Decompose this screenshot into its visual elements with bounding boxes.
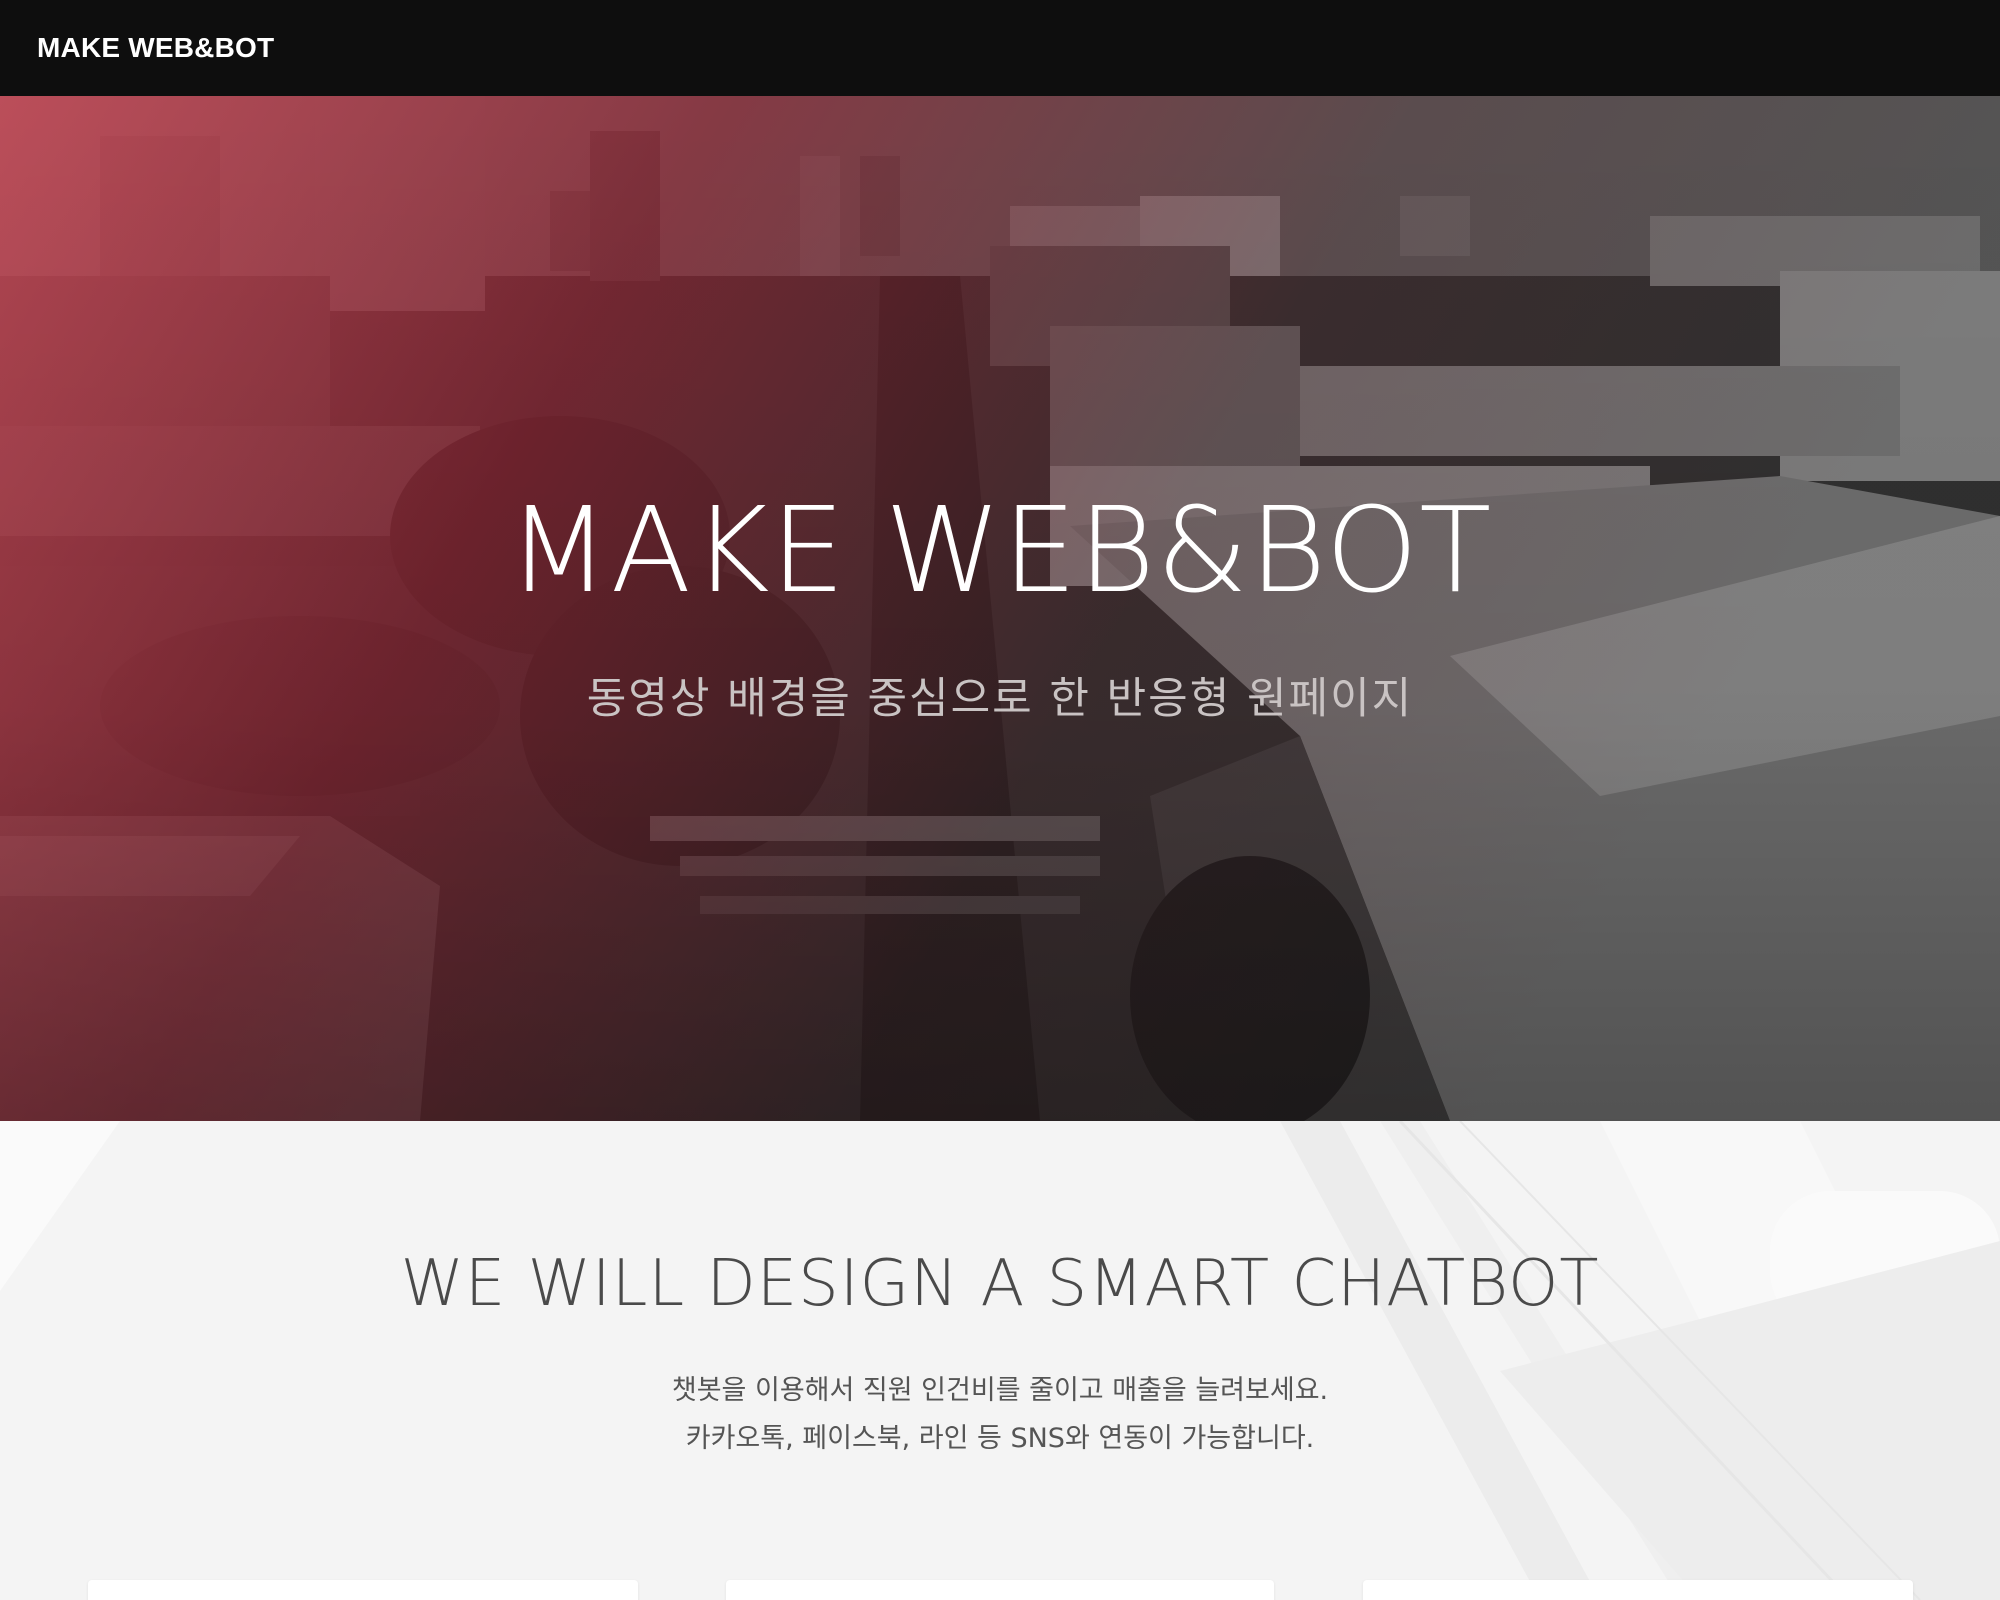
section-title: WE WILL DESIGN A SMART CHATBOT (400, 1247, 1600, 1321)
hero-section: MAKE WEB&BOT 동영상 배경을 중심으로 한 반응형 원페이지 (0, 96, 2000, 1121)
hero-title: MAKE WEB&BOT (507, 481, 1493, 619)
top-navbar: MAKE WEB&BOT (0, 0, 2000, 96)
section-description: 챗봇을 이용해서 직원 인건비를 줄이고 매출을 늘려보세요. 카카오톡, 페이… (0, 1367, 2000, 1463)
feature-card (726, 1580, 1274, 1600)
feature-card (88, 1580, 638, 1600)
brand-link[interactable]: MAKE WEB&BOT (37, 32, 274, 64)
feature-card (1363, 1580, 1913, 1600)
intro-section: WE WILL DESIGN A SMART CHATBOT 챗봇을 이용해서 … (0, 1121, 2000, 1600)
feature-cards (0, 1580, 2000, 1600)
description-line: 카카오톡, 페이스북, 라인 등 SNS와 연동이 가능합니다. (685, 1423, 1315, 1454)
description-line: 챗봇을 이용해서 직원 인건비를 줄이고 매출을 늘려보세요. (671, 1375, 1329, 1406)
section-background-pattern (0, 1121, 2000, 1600)
hero-subtitle: 동영상 배경을 중심으로 한 반응형 원페이지 (586, 674, 1414, 724)
